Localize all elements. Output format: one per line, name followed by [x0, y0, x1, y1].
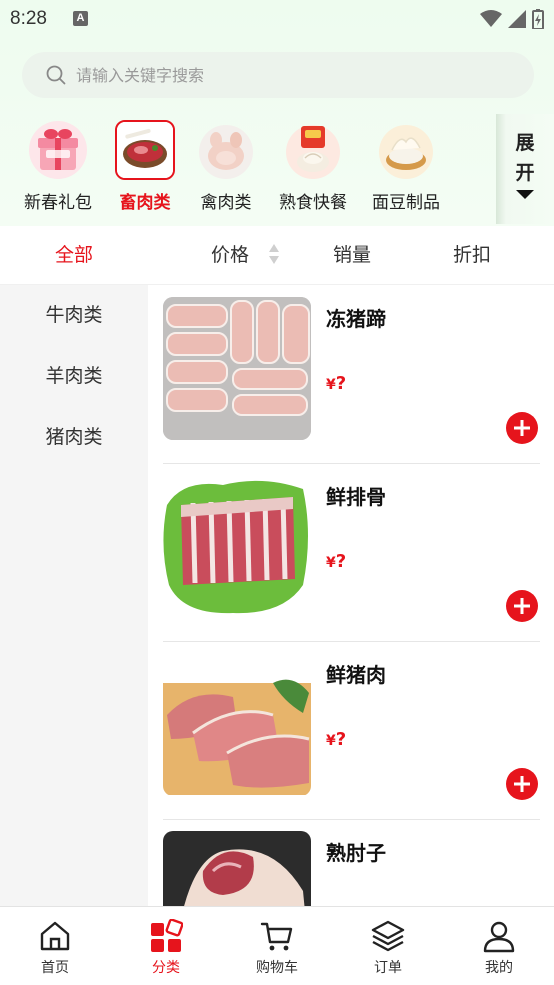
add-to-cart-icon[interactable] — [506, 768, 538, 800]
category-icon — [151, 918, 184, 952]
notification-icon: A — [73, 11, 88, 26]
expand-label-1: 展 — [515, 132, 535, 154]
sidebar-item-beef[interactable]: 牛肉类 — [0, 285, 148, 346]
nav-orders[interactable]: 订单 — [333, 907, 443, 985]
search-bar[interactable] — [22, 52, 534, 98]
product-name: 鲜猪肉 — [326, 663, 386, 687]
add-to-cart-icon[interactable] — [506, 590, 538, 622]
pig-trotter-image — [163, 297, 311, 440]
sidebar-item-mutton[interactable]: 羊肉类 — [0, 346, 148, 407]
add-to-cart-icon[interactable] — [506, 412, 538, 444]
home-icon — [40, 921, 70, 951]
chicken-image — [196, 120, 256, 180]
layers-icon — [371, 920, 405, 952]
category-noodle-bean[interactable]: 面豆制品 — [358, 118, 454, 213]
wifi-icon — [480, 10, 502, 27]
sidebar-item-pork[interactable]: 猪肉类 — [0, 407, 148, 468]
category-label: 面豆制品 — [372, 193, 440, 213]
search-icon — [46, 65, 66, 85]
category-label: 熟食快餐 — [279, 193, 347, 213]
product-list: 冻猪蹄 ¥? 鲜排骨 ¥? 鲜猪肉 ¥? 熟肘子 — [148, 285, 554, 906]
user-icon — [483, 921, 515, 953]
nav-cart[interactable]: 购物车 — [222, 907, 332, 985]
category-poultry[interactable]: 禽肉类 — [178, 118, 274, 213]
subcategory-sidebar: 牛肉类 羊肉类 猪肉类 — [0, 285, 148, 906]
product-name: 鲜排骨 — [326, 485, 386, 509]
nav-profile[interactable]: 我的 — [444, 907, 554, 985]
pork-knuckle-image — [163, 831, 311, 906]
nav-category[interactable]: 分类 — [111, 907, 221, 985]
nav-label: 首页 — [41, 960, 69, 976]
caret-down-icon — [516, 190, 534, 199]
signal-icon — [508, 10, 526, 28]
product-card[interactable]: 冻猪蹄 ¥? — [163, 285, 540, 464]
product-name: 冻猪蹄 — [326, 307, 386, 331]
expand-label-2: 开 — [515, 162, 535, 184]
gift-box-image — [28, 120, 88, 180]
category-label: 新春礼包 — [24, 193, 92, 213]
cart-icon — [260, 922, 293, 951]
pork-ribs-image — [163, 475, 311, 618]
status-bar: 8:28 A — [0, 0, 554, 40]
product-name: 熟肘子 — [326, 841, 386, 865]
sort-tab-price[interactable]: 价格 — [180, 226, 280, 284]
category-row: 新春礼包 畜肉类 禽肉类 熟食快餐 面豆制品 — [0, 118, 500, 218]
bottom-nav: 首页 分类 购物车 订单 我的 — [0, 906, 554, 985]
noodle-image — [376, 120, 436, 180]
nav-home[interactable]: 首页 — [0, 907, 110, 985]
product-price: ¥? — [326, 729, 347, 750]
category-deli[interactable]: 熟食快餐 — [265, 118, 361, 213]
product-card[interactable]: 熟肘子 — [163, 819, 540, 906]
dumpling-image — [283, 120, 343, 180]
steak-image — [115, 120, 175, 180]
sort-tab-discount[interactable]: 折扣 — [422, 226, 522, 284]
sort-tab-all[interactable]: 全部 — [22, 226, 126, 284]
product-card[interactable]: 鲜猪肉 ¥? — [163, 641, 540, 820]
status-time: 8:28 — [10, 8, 47, 29]
fresh-pork-image — [163, 653, 311, 796]
nav-label: 分类 — [152, 960, 180, 976]
nav-label: 订单 — [374, 960, 402, 976]
category-label: 禽肉类 — [200, 193, 252, 213]
sort-tab-sales[interactable]: 销量 — [302, 226, 402, 284]
search-input[interactable] — [74, 64, 478, 86]
product-card[interactable]: 鲜排骨 ¥? — [163, 463, 540, 642]
nav-label: 购物车 — [256, 960, 298, 976]
sort-arrows-icon[interactable] — [268, 243, 280, 265]
expand-categories-button[interactable]: 展开 — [496, 114, 554, 224]
nav-label: 我的 — [485, 960, 513, 976]
product-price: ¥? — [326, 551, 347, 572]
category-gift[interactable]: 新春礼包 — [10, 118, 106, 213]
product-price: ¥? — [326, 373, 347, 394]
battery-icon — [532, 9, 544, 29]
